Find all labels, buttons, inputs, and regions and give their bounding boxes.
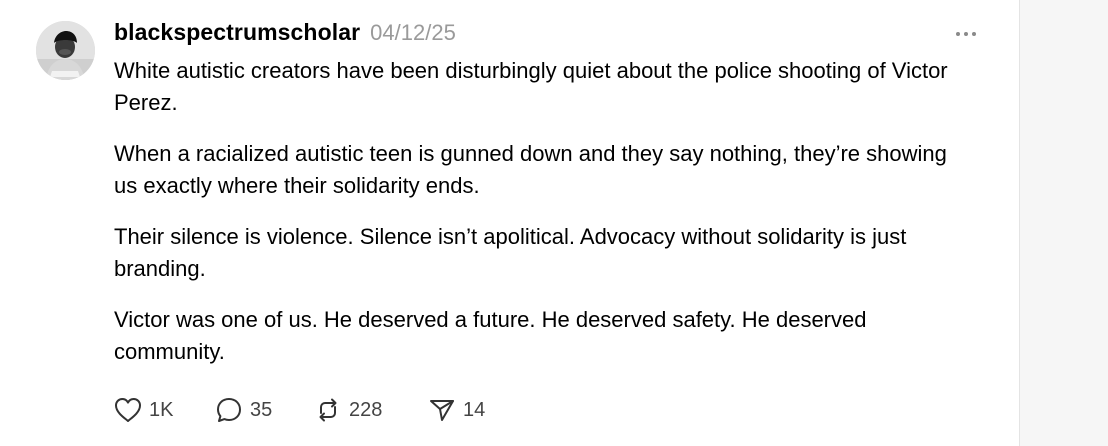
page: blackspectrumscholar 04/12/25 White auti…	[0, 0, 1108, 446]
ellipsis-icon	[964, 32, 968, 36]
post-paragraph: Their silence is violence. Silence isn’t…	[114, 224, 907, 281]
post-paragraph: White autistic creators have been distur…	[114, 58, 948, 115]
post-timestamp[interactable]: 04/12/25	[370, 20, 456, 46]
reply-count: 35	[250, 398, 273, 421]
send-icon	[430, 400, 454, 421]
share-count: 14	[463, 398, 486, 421]
reply-button[interactable]: 35	[215, 396, 314, 424]
comment-icon	[217, 398, 241, 422]
post-header: blackspectrumscholar 04/12/25	[114, 19, 456, 47]
avatar[interactable]	[36, 21, 95, 80]
ellipsis-icon	[956, 32, 960, 36]
ellipsis-icon	[972, 32, 976, 36]
post-card: blackspectrumscholar 04/12/25 White auti…	[0, 0, 1019, 446]
profile-photo-icon	[36, 21, 95, 80]
share-button[interactable]: 14	[428, 396, 508, 424]
repost-icon	[319, 398, 337, 422]
username-link[interactable]: blackspectrumscholar	[114, 19, 360, 46]
post-paragraph: Victor was one of us. He deserved a futu…	[114, 307, 867, 364]
more-options-button[interactable]	[950, 26, 982, 42]
post-paragraph: When a racialized autistic teen is gunne…	[114, 141, 947, 198]
post-body: White autistic creators have been distur…	[114, 55, 974, 387]
like-button[interactable]: 1K	[114, 397, 215, 423]
repost-count: 228	[349, 398, 383, 421]
like-count: 1K	[149, 398, 174, 421]
repost-button[interactable]: 228	[314, 396, 428, 424]
post-actions: 1K 35 228 14	[114, 393, 508, 427]
right-sidebar	[1019, 0, 1108, 446]
heart-icon	[115, 398, 141, 422]
